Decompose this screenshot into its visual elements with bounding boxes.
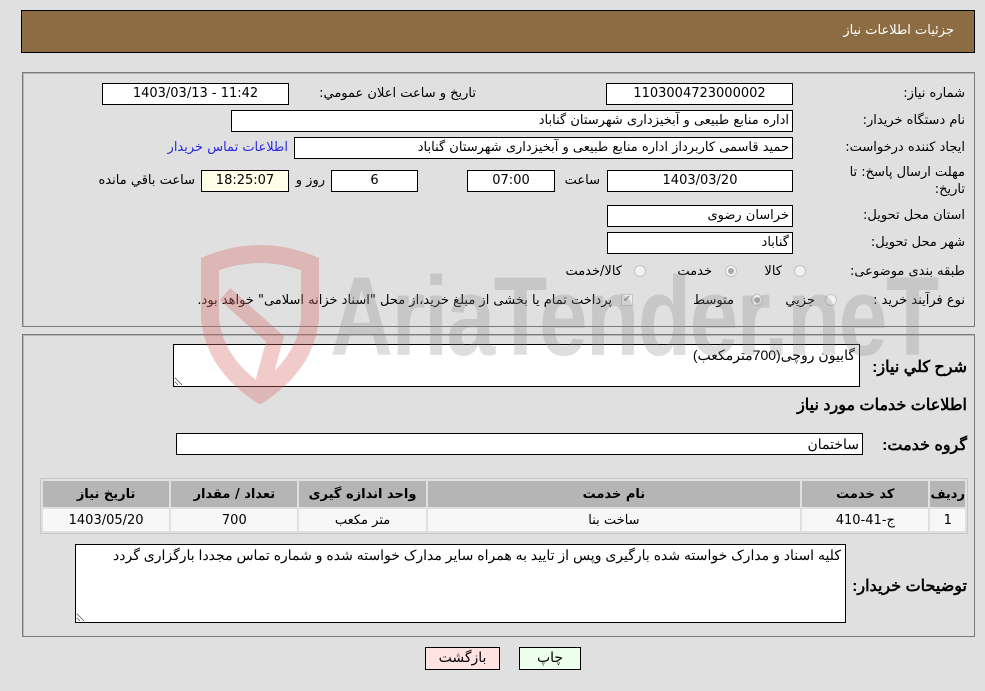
city-field[interactable]: گناباد xyxy=(607,232,793,254)
creator-label: ایجاد کننده درخواست: xyxy=(845,140,965,155)
col-header-quantity: تعداد / مقدار xyxy=(171,481,298,507)
col-header-unit: واحد اندازه گیری xyxy=(299,481,426,507)
cell-unit: متر مکعب xyxy=(299,509,426,531)
province-field[interactable]: خراسان رضوی xyxy=(607,205,793,227)
announce-datetime-label: تاریخ و ساعت اعلان عمومي: xyxy=(319,86,476,101)
process-option-minor: جزيي xyxy=(785,293,815,308)
buyer-notes-label: توضیحات خریدار: xyxy=(852,578,967,595)
table-header-row: ردیف کد خدمت نام خدمت واحد اندازه گیری ت… xyxy=(43,481,965,507)
service-group-label: گروه خدمت: xyxy=(882,437,967,454)
buyer-org-field[interactable]: اداره منابع طبیعی و آبخیزداری شهرستان گن… xyxy=(231,110,793,132)
page-header: جزئیات اطلاعات نیاز xyxy=(21,10,975,53)
process-option-medium: متوسط xyxy=(693,293,734,308)
deadline-date-field[interactable]: 1403/03/20 xyxy=(607,170,793,192)
col-header-service-name: نام خدمت xyxy=(427,481,801,507)
announce-datetime-field[interactable]: 1403/03/13 - 11:42 xyxy=(102,83,289,105)
services-heading: اطلاعات خدمات مورد نیاز xyxy=(797,397,967,414)
col-header-service-code: کد خدمت xyxy=(802,481,929,507)
buyer-org-label: نام دستگاه خریدار: xyxy=(862,113,965,128)
category-option-goods-service: کالا/خدمت xyxy=(565,264,622,279)
services-table: ردیف کد خدمت نام خدمت واحد اندازه گیری ت… xyxy=(40,478,968,534)
cell-quantity: 700 xyxy=(171,509,298,531)
remaining-days-field[interactable]: 6 xyxy=(331,170,418,192)
category-option-service: خدمت xyxy=(677,264,712,279)
buyer-notes-textarea[interactable]: کلیه اسناد و مدارک خواسته شده بارگیری وپ… xyxy=(75,544,846,623)
treasury-checkbox[interactable]: ✔ xyxy=(621,294,633,306)
process-radio-medium[interactable] xyxy=(751,294,763,306)
process-radio-minor[interactable] xyxy=(825,294,837,306)
table-row: 1 ج-41-410 ساخت بنا متر مکعب 700 1403/05… xyxy=(43,509,965,531)
deadline-label-line1: مهلت ارسال پاسخ: تا xyxy=(849,165,965,180)
treasury-payment-text: پرداخت تمام یا بخشی از مبلغ خرید،از محل … xyxy=(197,293,612,308)
deadline-label-line2: تاریخ: xyxy=(934,182,965,197)
city-label: شهر محل تحویل: xyxy=(870,235,965,250)
page-title: جزئیات اطلاعات نیاز xyxy=(843,23,954,38)
remaining-time-field: 18:25:07 xyxy=(201,170,289,192)
deadline-time-field[interactable]: 07:00 xyxy=(467,170,555,192)
buyer-contact-link[interactable]: اطلاعات تماس خریدار xyxy=(168,140,288,155)
category-label: طبقه بندی موضوعی: xyxy=(849,264,965,279)
print-button[interactable]: چاپ xyxy=(519,647,581,670)
description-label: شرح کلي نیاز: xyxy=(872,359,967,376)
category-radio-goods[interactable] xyxy=(794,265,806,277)
cell-service-code: ج-41-410 xyxy=(802,509,929,531)
days-label: روز و xyxy=(295,173,325,188)
need-number-label: شماره نیاز: xyxy=(903,86,965,101)
cell-row-number: 1 xyxy=(930,509,965,531)
cell-service-name: ساخت بنا xyxy=(427,509,801,531)
service-group-field[interactable]: ساختمان xyxy=(176,433,863,455)
remaining-time-label: ساعت باقي مانده xyxy=(98,173,195,188)
process-type-label: نوع فرآیند خرید : xyxy=(873,293,965,308)
creator-field[interactable]: حمید قاسمی کاربرداز اداره منابع طبیعی و … xyxy=(294,137,793,159)
back-button[interactable]: بازگشت xyxy=(425,647,500,670)
deadline-time-label: ساعت xyxy=(564,173,600,188)
description-textarea[interactable]: گابیون روچی(700مترمکعب) xyxy=(173,344,860,387)
category-radio-goods-service[interactable] xyxy=(634,265,646,277)
category-option-goods: کالا xyxy=(764,264,782,279)
need-number-field[interactable]: 1103004723000002 xyxy=(606,83,793,105)
province-label: استان محل تحویل: xyxy=(863,208,965,223)
col-header-need-date: تاریخ نیاز xyxy=(43,481,170,507)
cell-need-date: 1403/05/20 xyxy=(43,509,170,531)
category-radio-service[interactable] xyxy=(725,265,737,277)
col-header-row-number: ردیف xyxy=(930,481,965,507)
